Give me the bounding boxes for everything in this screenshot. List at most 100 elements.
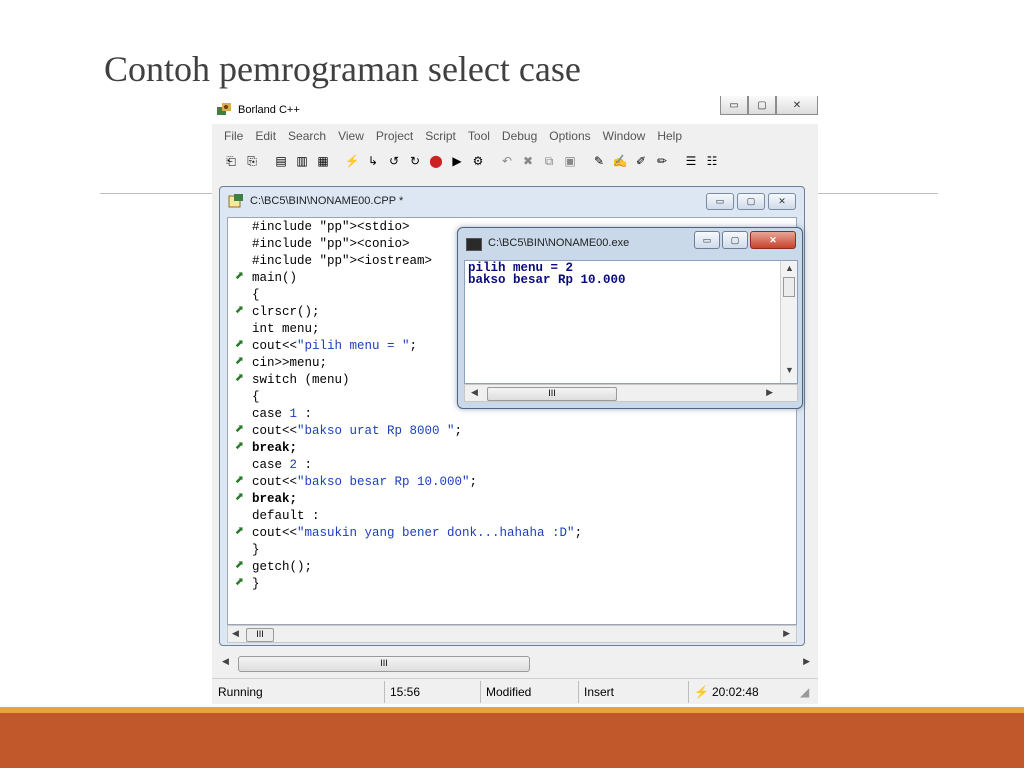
evaluate-icon[interactable]: ✍ [611, 152, 629, 170]
menu-help[interactable]: Help [651, 127, 688, 145]
console-vscroll-thumb[interactable] [783, 277, 795, 297]
code-line[interactable]: break; [252, 491, 297, 508]
status-edit-mode: Insert [584, 685, 615, 699]
console-scroll-thumb[interactable]: III [487, 387, 617, 401]
code-line[interactable]: getch(); [252, 559, 312, 576]
console-scroll-right-icon[interactable]: ▶ [766, 387, 773, 398]
editor-scroll-thumb[interactable]: III [246, 628, 274, 642]
menu-options[interactable]: Options [543, 127, 596, 145]
console-scroll-up-icon[interactable]: ▲ [785, 263, 794, 273]
console-line: bakso besar Rp 10.000 [468, 273, 626, 287]
watch-icon[interactable]: ✎ [590, 152, 608, 170]
menu-view[interactable]: View [332, 127, 370, 145]
call-stack-icon[interactable]: ✐ [632, 152, 650, 170]
slide-divider-right [818, 193, 938, 194]
status-bar: Running 15:56 Modified Insert ⚡ 20:02:48… [212, 678, 818, 704]
copy-icon[interactable]: ⧉ [540, 152, 558, 170]
app-titlebar[interactable]: Borland C++ ▭ ▢ ✕ [212, 96, 818, 124]
code-line[interactable]: cin>>menu; [252, 355, 327, 372]
message-window-icon[interactable]: ☰ [682, 152, 700, 170]
code-line[interactable]: #include "pp"><iostream> [252, 253, 432, 270]
resize-grip-icon[interactable]: ◢ [800, 685, 809, 699]
code-line[interactable]: cout<<"bakso urat Rp 8000 "; [252, 423, 462, 440]
console-scroll-down-icon[interactable]: ▼ [785, 365, 794, 375]
code-line[interactable]: case 2 : [252, 457, 312, 474]
editor-maximize-button[interactable]: ▢ [737, 193, 765, 210]
console-scroll-left-icon[interactable]: ◀ [471, 387, 478, 398]
scroll-right-icon[interactable]: ▶ [783, 628, 790, 639]
variables-icon[interactable]: ✏ [653, 152, 671, 170]
app-title: Borland C++ [238, 104, 300, 116]
menu-tool[interactable]: Tool [462, 127, 496, 145]
status-state: Running [218, 685, 263, 699]
run-lightning-icon[interactable]: ⚡ [343, 152, 361, 170]
console-horizontal-scrollbar[interactable]: ◀ III ▶ [464, 384, 798, 402]
code-line[interactable]: #include "pp"><stdio> [252, 219, 410, 236]
code-line[interactable]: int menu; [252, 321, 320, 338]
maximize-button[interactable]: ▢ [748, 96, 776, 115]
app-scroll-left-icon[interactable]: ◀ [222, 656, 229, 667]
code-line[interactable]: #include "pp"><conio> [252, 236, 410, 253]
code-line[interactable]: default : [252, 508, 320, 525]
trace-into-icon[interactable]: ↺ [385, 152, 403, 170]
console-minimize-button[interactable]: ▭ [694, 231, 720, 249]
slide-divider-left [100, 193, 212, 194]
console-output[interactable]: pilih menu = 2 bakso besar Rp 10.000 ▲ ▼ [464, 260, 798, 384]
close-button[interactable]: ✕ [776, 96, 818, 115]
console-close-button[interactable]: ✕ [750, 231, 796, 249]
code-line[interactable]: break; [252, 440, 297, 457]
console-icon [466, 238, 482, 251]
code-line[interactable]: cout<<"masukin yang bener donk...hahaha … [252, 525, 582, 542]
scroll-left-icon[interactable]: ◀ [232, 628, 239, 639]
editor-window-controls: ▭ ▢ ✕ [706, 193, 796, 210]
inspect-icon[interactable]: ⚙ [469, 152, 487, 170]
menu-search[interactable]: Search [282, 127, 332, 145]
close-project-icon[interactable]: ⎘ [243, 152, 261, 170]
editor-minimize-button[interactable]: ▭ [706, 193, 734, 210]
slide-title: Contoh pemrograman select case [104, 49, 581, 89]
app-window-controls: ▭ ▢ ✕ [720, 96, 818, 116]
borland-app-icon [217, 103, 231, 115]
step-over-icon[interactable]: ↳ [364, 152, 382, 170]
status-clock: 20:02:48 [712, 685, 759, 699]
editor-horizontal-scrollbar[interactable]: ◀ III ▶ [227, 625, 797, 643]
make-icon[interactable]: ▥ [293, 152, 311, 170]
editor-title: C:\BC5\BIN\NONAME00.CPP * [250, 195, 404, 207]
console-window: C:\BC5\BIN\NONAME00.exe ▭ ▢ ✕ pilih menu… [457, 227, 803, 409]
step-out-icon[interactable]: ↻ [406, 152, 424, 170]
menu-window[interactable]: Window [597, 127, 652, 145]
browse-icon[interactable]: ☷ [703, 152, 721, 170]
breakpoint-icon[interactable]: ▶ [448, 152, 466, 170]
code-line[interactable]: { [252, 287, 260, 304]
compile-icon[interactable]: ▤ [272, 152, 290, 170]
paste-icon[interactable]: ▣ [561, 152, 579, 170]
open-project-icon[interactable]: ⎗ [222, 152, 240, 170]
code-line[interactable]: switch (menu) [252, 372, 350, 389]
menu-file[interactable]: File [212, 127, 249, 145]
cut-icon[interactable]: ✖ [519, 152, 537, 170]
menu-project[interactable]: Project [370, 127, 419, 145]
code-line[interactable]: clrscr(); [252, 304, 320, 321]
console-window-controls: ▭ ▢ ✕ [694, 231, 796, 249]
app-horizontal-scrollbar[interactable]: ◀ III ▶ [216, 654, 814, 672]
editor-close-button[interactable]: ✕ [768, 193, 796, 210]
console-maximize-button[interactable]: ▢ [722, 231, 748, 249]
build-all-icon[interactable]: ▦ [314, 152, 332, 170]
code-line[interactable]: case 1 : [252, 406, 312, 423]
app-scroll-thumb[interactable]: III [238, 656, 530, 672]
console-vertical-scrollbar[interactable]: ▲ ▼ [780, 261, 797, 383]
stop-icon[interactable]: ⬤ [427, 152, 445, 170]
toolbar: ⎗ ⎘ ▤ ▥ ▦ ⚡ ↳ ↺ ↻ ⬤ ▶ ⚙ ↶ ✖ ⧉ ▣ ✎ ✍ ✐ ✏ … [212, 148, 818, 174]
code-line[interactable]: } [252, 542, 260, 559]
code-line[interactable]: } [252, 576, 260, 593]
code-line[interactable]: { [252, 389, 260, 406]
minimize-button[interactable]: ▭ [720, 96, 748, 115]
code-line[interactable]: cout<<"pilih menu = "; [252, 338, 417, 355]
undo-icon[interactable]: ↶ [498, 152, 516, 170]
code-line[interactable]: main() [252, 270, 297, 287]
menu-edit[interactable]: Edit [249, 127, 282, 145]
menu-script[interactable]: Script [419, 127, 462, 145]
app-scroll-right-icon[interactable]: ▶ [803, 656, 810, 667]
code-line[interactable]: cout<<"bakso besar Rp 10.000"; [252, 474, 477, 491]
menu-debug[interactable]: Debug [496, 127, 543, 145]
